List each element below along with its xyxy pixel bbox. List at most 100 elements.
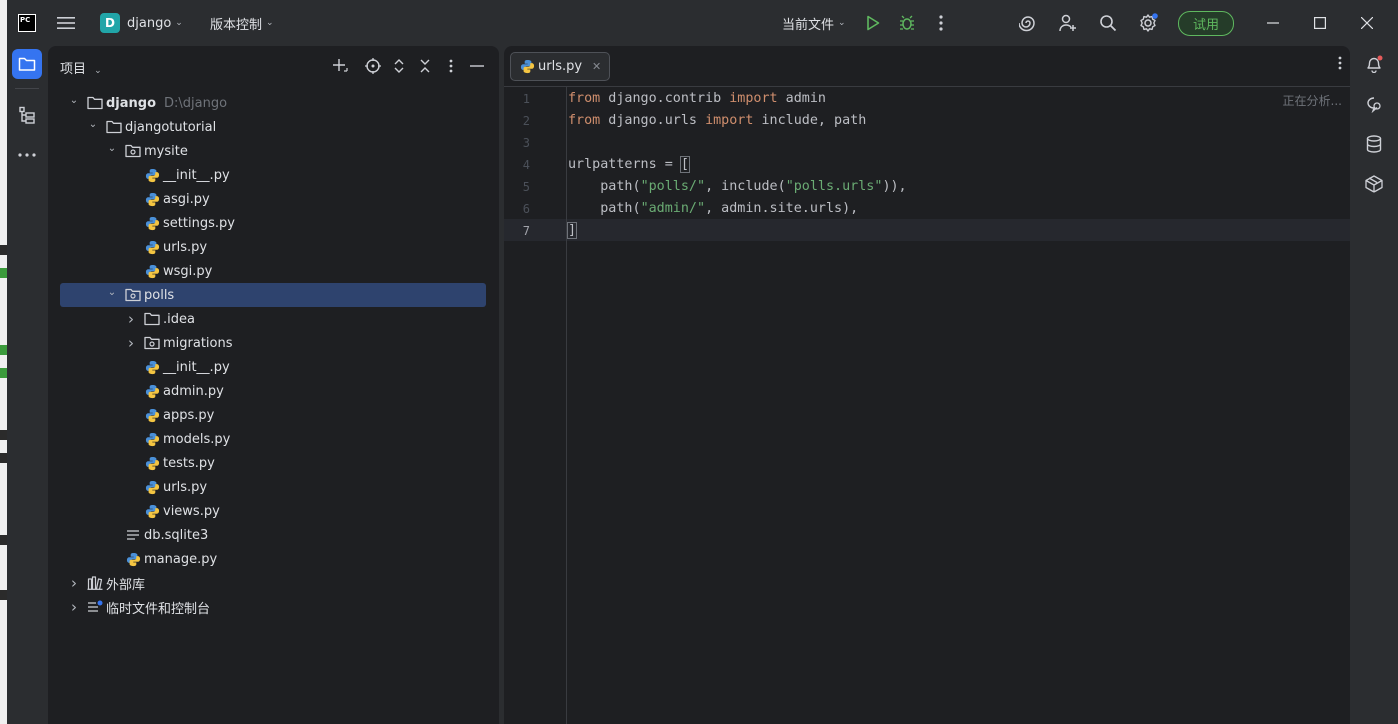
- ai-spiral-icon: [1019, 16, 1035, 32]
- app-logo[interactable]: PC: [18, 0, 36, 46]
- line-number-gutter: 1 2 3 4 5 6 7: [504, 87, 567, 724]
- chevron-down-icon[interactable]: ⌄: [86, 119, 100, 130]
- close-window-button[interactable]: [1355, 11, 1379, 35]
- search-everywhere-button[interactable]: [1096, 11, 1120, 35]
- run-icon: [867, 15, 880, 31]
- expand-all-icon: [394, 59, 404, 73]
- tree-item-label: manage.py: [144, 551, 218, 567]
- chevron-down-icon[interactable]: ⌄: [105, 287, 119, 298]
- plus-icon: [333, 59, 348, 72]
- database-button[interactable]: [1359, 129, 1389, 159]
- main-menu-button[interactable]: [57, 0, 75, 46]
- tree-item[interactable]: manage.py: [60, 547, 486, 571]
- python-file-icon: [144, 455, 160, 471]
- tree-item[interactable]: views.py: [60, 499, 486, 523]
- python-file-icon: [144, 383, 160, 399]
- editor-tabs-menu-button[interactable]: [1338, 56, 1342, 74]
- panel-options-button[interactable]: [441, 56, 461, 76]
- structure-tool-button[interactable]: [12, 100, 42, 130]
- chevron-right-icon[interactable]: ›: [67, 574, 81, 592]
- run-button[interactable]: [861, 11, 885, 35]
- settings-button[interactable]: [1136, 11, 1160, 35]
- tree-item-label: mysite: [144, 143, 188, 159]
- current-line-highlight: [504, 219, 1350, 241]
- tree-item[interactable]: ⌄ djangotutorial: [60, 115, 486, 139]
- project-badge: D: [100, 13, 120, 33]
- tree-item[interactable]: › 外部库: [60, 571, 486, 595]
- tree-item[interactable]: ⌄ polls: [60, 283, 486, 307]
- package-folder-icon: [125, 143, 141, 159]
- debug-bug-icon: [900, 15, 914, 30]
- tree-item[interactable]: settings.py: [60, 211, 486, 235]
- tree-item[interactable]: __init__.py: [60, 163, 486, 187]
- ai-assistant-button[interactable]: [1016, 11, 1040, 35]
- run-config-label: 当前文件: [782, 17, 835, 33]
- tree-item-label: models.py: [163, 431, 231, 447]
- editor-panel: urls.py ✕ 1 2 3 4 5 6 7 from django.contrib im…: [504, 46, 1350, 724]
- tree-item[interactable]: urls.py: [60, 235, 486, 259]
- close-tab-icon[interactable]: ✕: [592, 60, 601, 73]
- line-number: 5: [522, 180, 530, 194]
- project-view-selector[interactable]: 项目 ⌄: [60, 58, 102, 77]
- more-actions-button[interactable]: [929, 11, 953, 35]
- project-panel: 项目 ⌄ ⌄ django D:\django ⌄ djangotutorial ⌄: [48, 46, 499, 724]
- code-line: ]: [566, 222, 578, 239]
- tree-item-label: 临时文件和控制台: [106, 601, 211, 617]
- tree-item[interactable]: db.sqlite3: [60, 523, 486, 547]
- tree-item[interactable]: urls.py: [60, 475, 486, 499]
- editor-tab-urls[interactable]: urls.py ✕: [510, 52, 611, 81]
- chevron-down-icon: ⌄: [94, 66, 102, 76]
- chevron-right-icon[interactable]: ›: [124, 334, 138, 352]
- editor-tab-label: urls.py: [538, 59, 583, 74]
- folder-icon: [87, 95, 103, 111]
- tree-item[interactable]: apps.py: [60, 403, 486, 427]
- tree-item[interactable]: admin.py: [60, 379, 486, 403]
- tree-item[interactable]: __init__.py: [60, 355, 486, 379]
- minimize-button[interactable]: [1261, 11, 1285, 35]
- vcs-menu[interactable]: 版本控制 ⌄: [210, 0, 274, 46]
- background-window-edge: [0, 0, 7, 724]
- hide-panel-button[interactable]: [467, 56, 487, 76]
- tree-item[interactable]: models.py: [60, 427, 486, 451]
- more-vertical-icon: [449, 59, 453, 73]
- trial-button-wrap[interactable]: 试用: [1178, 0, 1235, 46]
- chevron-right-icon[interactable]: ›: [67, 598, 81, 616]
- collapse-all-button[interactable]: [415, 56, 435, 76]
- python-packages-button[interactable]: [1359, 169, 1389, 199]
- maximize-button[interactable]: [1308, 11, 1332, 35]
- python-file-icon: [144, 191, 160, 207]
- chevron-down-icon[interactable]: ⌄: [67, 95, 81, 106]
- new-file-button[interactable]: [330, 56, 350, 76]
- tree-item[interactable]: asgi.py: [60, 187, 486, 211]
- tree-item[interactable]: wsgi.py: [60, 259, 486, 283]
- expand-all-button[interactable]: [389, 56, 409, 76]
- tree-item[interactable]: › migrations: [60, 331, 486, 355]
- tree-item-label: 外部库: [106, 577, 146, 593]
- locate-file-button[interactable]: [363, 56, 383, 76]
- ai-chat-button[interactable]: [1359, 89, 1389, 119]
- bell-icon: [1367, 55, 1383, 73]
- debug-button[interactable]: [895, 11, 919, 35]
- folder-icon: [18, 57, 36, 71]
- project-tool-button[interactable]: [12, 49, 42, 79]
- project-switcher[interactable]: D django ⌄: [100, 0, 183, 46]
- line-number: 4: [522, 158, 530, 172]
- tree-item[interactable]: tests.py: [60, 451, 486, 475]
- add-user-icon: [1059, 14, 1076, 32]
- tree-item[interactable]: ⌄ mysite: [60, 139, 486, 163]
- collapse-all-icon: [420, 59, 430, 73]
- tree-item[interactable]: ⌄ django D:\django: [60, 91, 486, 115]
- more-tools-button[interactable]: [12, 140, 42, 170]
- chevron-down-icon[interactable]: ⌄: [105, 143, 119, 154]
- tree-item[interactable]: › 临时文件和控制台: [60, 595, 486, 619]
- notifications-button[interactable]: [1359, 49, 1389, 79]
- trial-button[interactable]: 试用: [1178, 10, 1235, 36]
- tree-item[interactable]: › .idea: [60, 307, 486, 331]
- chevron-down-icon: ⌄: [838, 18, 846, 28]
- ide-window: PC D django ⌄ 版本控制 ⌄ 当前文件 ⌄ 试用 项目 ⌄ ⌄ dj…: [7, 0, 1398, 724]
- crosshair-icon: [365, 58, 381, 74]
- chevron-down-icon: ⌄: [175, 18, 183, 28]
- chevron-right-icon[interactable]: ›: [124, 310, 138, 328]
- add-user-button[interactable]: [1056, 11, 1080, 35]
- run-config-selector[interactable]: 当前文件 ⌄: [782, 0, 846, 46]
